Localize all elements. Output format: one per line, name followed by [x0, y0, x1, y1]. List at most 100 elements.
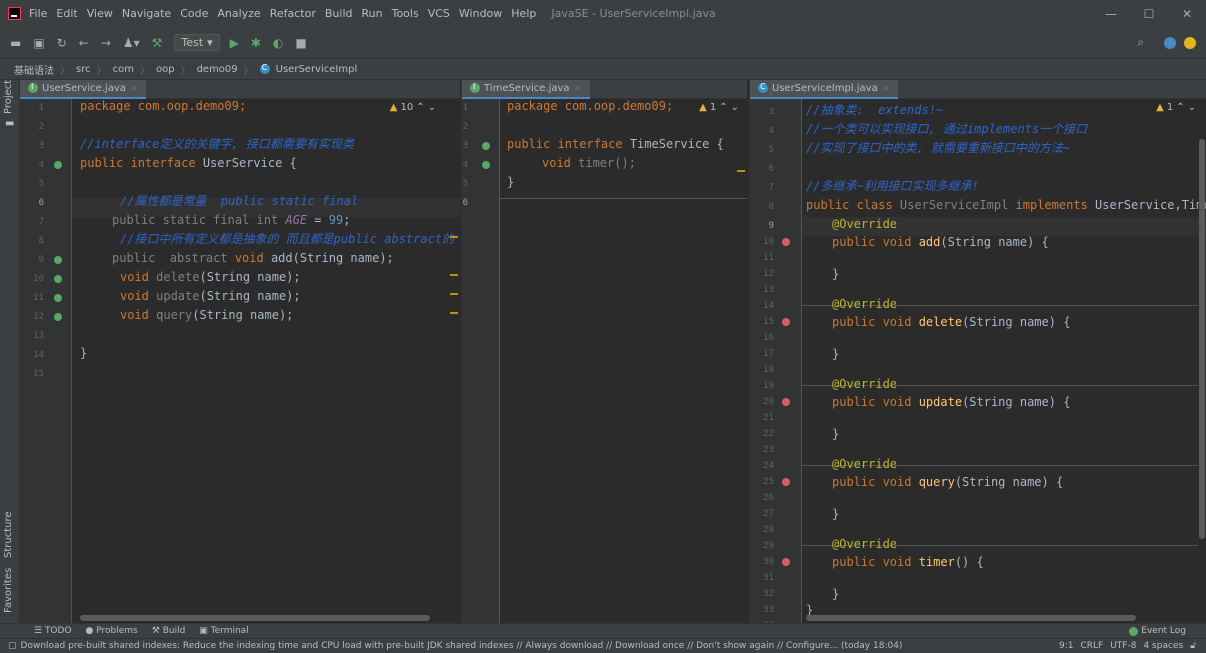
- breadcrumb-com[interactable]: com: [113, 64, 134, 75]
- menu-tools[interactable]: Tools: [392, 7, 419, 20]
- code-token: (String name);: [199, 289, 301, 303]
- search-icon[interactable]: ⌕: [1137, 35, 1144, 50]
- chevron-up-icon[interactable]: ⌃: [1176, 102, 1184, 113]
- debug-icon[interactable]: ✱: [251, 36, 261, 50]
- chevron-down-icon[interactable]: ⌄: [1188, 102, 1196, 113]
- editor-pane-time-service: TimeService.java × 1 2 3 4 5 6 package c…: [461, 80, 747, 623]
- close-tab-icon[interactable]: ×: [574, 83, 582, 94]
- menu-analyze[interactable]: Analyze: [217, 7, 260, 20]
- build-tool-tab[interactable]: ⚒ Build: [152, 626, 186, 636]
- menu-window[interactable]: Window: [459, 7, 502, 20]
- inspection-widget[interactable]: ▲ 1 ⌃ ⌄: [699, 102, 739, 113]
- breadcrumb-oop[interactable]: oop: [156, 64, 175, 75]
- menu-edit[interactable]: Edit: [56, 7, 77, 20]
- chevron-up-icon[interactable]: ⌃: [416, 102, 424, 113]
- coverage-icon[interactable]: ◐: [273, 36, 283, 50]
- code-token: void: [120, 289, 157, 303]
- breadcrumb-src[interactable]: src: [76, 64, 91, 75]
- warning-stripe[interactable]: [450, 274, 458, 276]
- code-token: void: [120, 308, 157, 322]
- warning-stripe[interactable]: [450, 236, 458, 238]
- warning-stripe[interactable]: [450, 293, 458, 295]
- status-message[interactable]: Download pre-built shared indexes: Reduc…: [21, 641, 903, 651]
- minimize-icon[interactable]: —: [1092, 7, 1130, 21]
- menu-navigate[interactable]: Navigate: [122, 7, 171, 20]
- open-folder-icon[interactable]: ▬: [10, 36, 21, 50]
- close-tab-icon[interactable]: ×: [130, 83, 138, 94]
- list-icon: ☰: [34, 626, 45, 636]
- menu-file[interactable]: File: [29, 7, 47, 20]
- code-line-8: //接口中所有定义都是抽象的 而且都是public abstract的: [120, 232, 455, 246]
- breadcrumb-class[interactable]: UserServiceImpl: [276, 64, 358, 75]
- lock-icon[interactable]: 🔓︎: [1190, 641, 1196, 651]
- code-editor[interactable]: 1 2 3 4 5 6 7 8 9 10 11 12 13 14 15 pack…: [20, 99, 460, 623]
- warning-stripe[interactable]: [450, 312, 458, 314]
- method-name: update: [918, 395, 963, 409]
- inspection-widget[interactable]: ▲ 10 ⌃ ⌄: [390, 102, 436, 113]
- event-log-tab[interactable]: Event Log: [1129, 626, 1186, 636]
- code-token: (String name) {: [962, 315, 1071, 329]
- code-comment: //多继承~利用接口实现多继承!: [806, 179, 979, 193]
- forward-icon[interactable]: →: [101, 36, 111, 50]
- code-comment: //实现了接口中的类, 就需要重新接口中的方法~: [806, 141, 1071, 155]
- plugin-icon[interactable]: [1184, 36, 1196, 49]
- code-editor[interactable]: 1 2 3 4 5 6 package com.oop.demo09; publ…: [462, 99, 747, 623]
- close-icon[interactable]: ✕: [1168, 7, 1206, 21]
- tab-user-service[interactable]: UserService.java ×: [20, 80, 147, 99]
- back-icon[interactable]: ←: [79, 36, 89, 50]
- menu-help[interactable]: Help: [511, 7, 536, 20]
- todo-label: TODO: [44, 626, 72, 636]
- event-log-label: Event Log: [1141, 626, 1186, 636]
- terminal-tool-tab[interactable]: ▣ Terminal: [199, 626, 248, 636]
- maximize-icon[interactable]: ☐: [1130, 7, 1168, 21]
- code-editor[interactable]: 2 3 4 5 6 7 8 9 10 11 12 13 14 15 16 17 …: [750, 88, 1206, 623]
- problems-tool-tab[interactable]: ● Problems: [86, 626, 138, 636]
- breadcrumb-project[interactable]: 基础语法: [14, 62, 54, 77]
- chevron-down-icon[interactable]: ⌄: [428, 102, 436, 113]
- inspection-widget[interactable]: ▲ 1 ⌃ ⌄: [1156, 102, 1196, 113]
- horizontal-scrollbar[interactable]: [80, 615, 430, 621]
- tab-label: UserService.java: [42, 82, 126, 94]
- build-hammer-icon[interactable]: ⚒: [152, 36, 163, 50]
- menu-vcs[interactable]: VCS: [428, 7, 450, 20]
- line-number: 6: [462, 198, 468, 208]
- method-name: query: [918, 475, 955, 489]
- caret-position[interactable]: 9:1: [1059, 641, 1073, 651]
- line-separator[interactable]: CRLF: [1080, 641, 1103, 651]
- chevron-up-icon[interactable]: ⌃: [719, 102, 727, 113]
- menu-run[interactable]: Run: [362, 7, 383, 20]
- tab-time-service[interactable]: TimeService.java ×: [462, 80, 590, 99]
- line-number: 15: [33, 369, 44, 379]
- code-token: (String name);: [192, 308, 294, 322]
- chevron-down-icon[interactable]: ⌄: [731, 102, 739, 113]
- menu-refactor[interactable]: Refactor: [270, 7, 316, 20]
- project-tool-tab[interactable]: Project: [3, 80, 14, 114]
- warning-count: 10: [400, 102, 414, 113]
- main-toolbar: ▬ ▣ ↻ ← → ♟▾ ⚒ Test ▾ ▶ ✱ ◐ ■ ⌕: [0, 27, 1206, 58]
- code-line-6: //属性都是常量 public static final: [120, 194, 359, 208]
- favorites-tool-tab[interactable]: Favorites: [3, 568, 14, 613]
- vertical-scrollbar[interactable]: [1199, 139, 1205, 539]
- user-icon[interactable]: ♟▾: [123, 36, 140, 50]
- warning-icon: ▲: [389, 102, 398, 113]
- menu-view[interactable]: View: [87, 7, 113, 20]
- close-tab-icon[interactable]: ×: [882, 83, 890, 94]
- save-icon[interactable]: ▣: [33, 36, 44, 50]
- run-config-select[interactable]: Test ▾: [174, 34, 220, 51]
- warning-stripe[interactable]: [737, 170, 745, 172]
- update-icon[interactable]: [1164, 36, 1176, 49]
- menu-code[interactable]: Code: [180, 7, 208, 20]
- structure-tool-tab[interactable]: Structure: [3, 511, 14, 558]
- run-icon[interactable]: ▶: [230, 36, 239, 50]
- breadcrumb-demo09[interactable]: demo09: [197, 64, 238, 75]
- method-name: delete: [918, 315, 963, 329]
- sync-icon[interactable]: ↻: [57, 36, 67, 50]
- code-token: public interface: [80, 156, 196, 170]
- stop-icon[interactable]: ■: [295, 36, 306, 50]
- code-line-3: //interface定义的关键字, 接口都需要有实现类: [80, 137, 354, 151]
- horizontal-scrollbar[interactable]: [806, 615, 1136, 621]
- file-encoding[interactable]: UTF-8: [1110, 641, 1136, 651]
- indent-setting[interactable]: 4 spaces: [1143, 641, 1183, 651]
- todo-tool-tab[interactable]: ☰ TODO: [34, 626, 72, 636]
- menu-build[interactable]: Build: [325, 7, 353, 20]
